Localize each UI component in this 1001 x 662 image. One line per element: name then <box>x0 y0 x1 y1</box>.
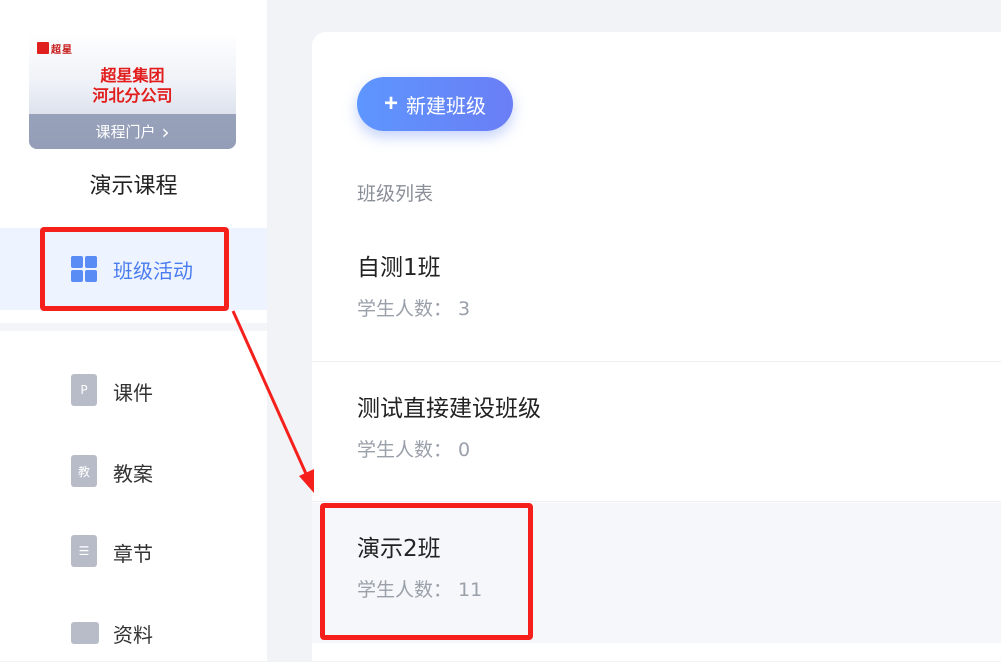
annotation-arrow <box>231 310 314 493</box>
